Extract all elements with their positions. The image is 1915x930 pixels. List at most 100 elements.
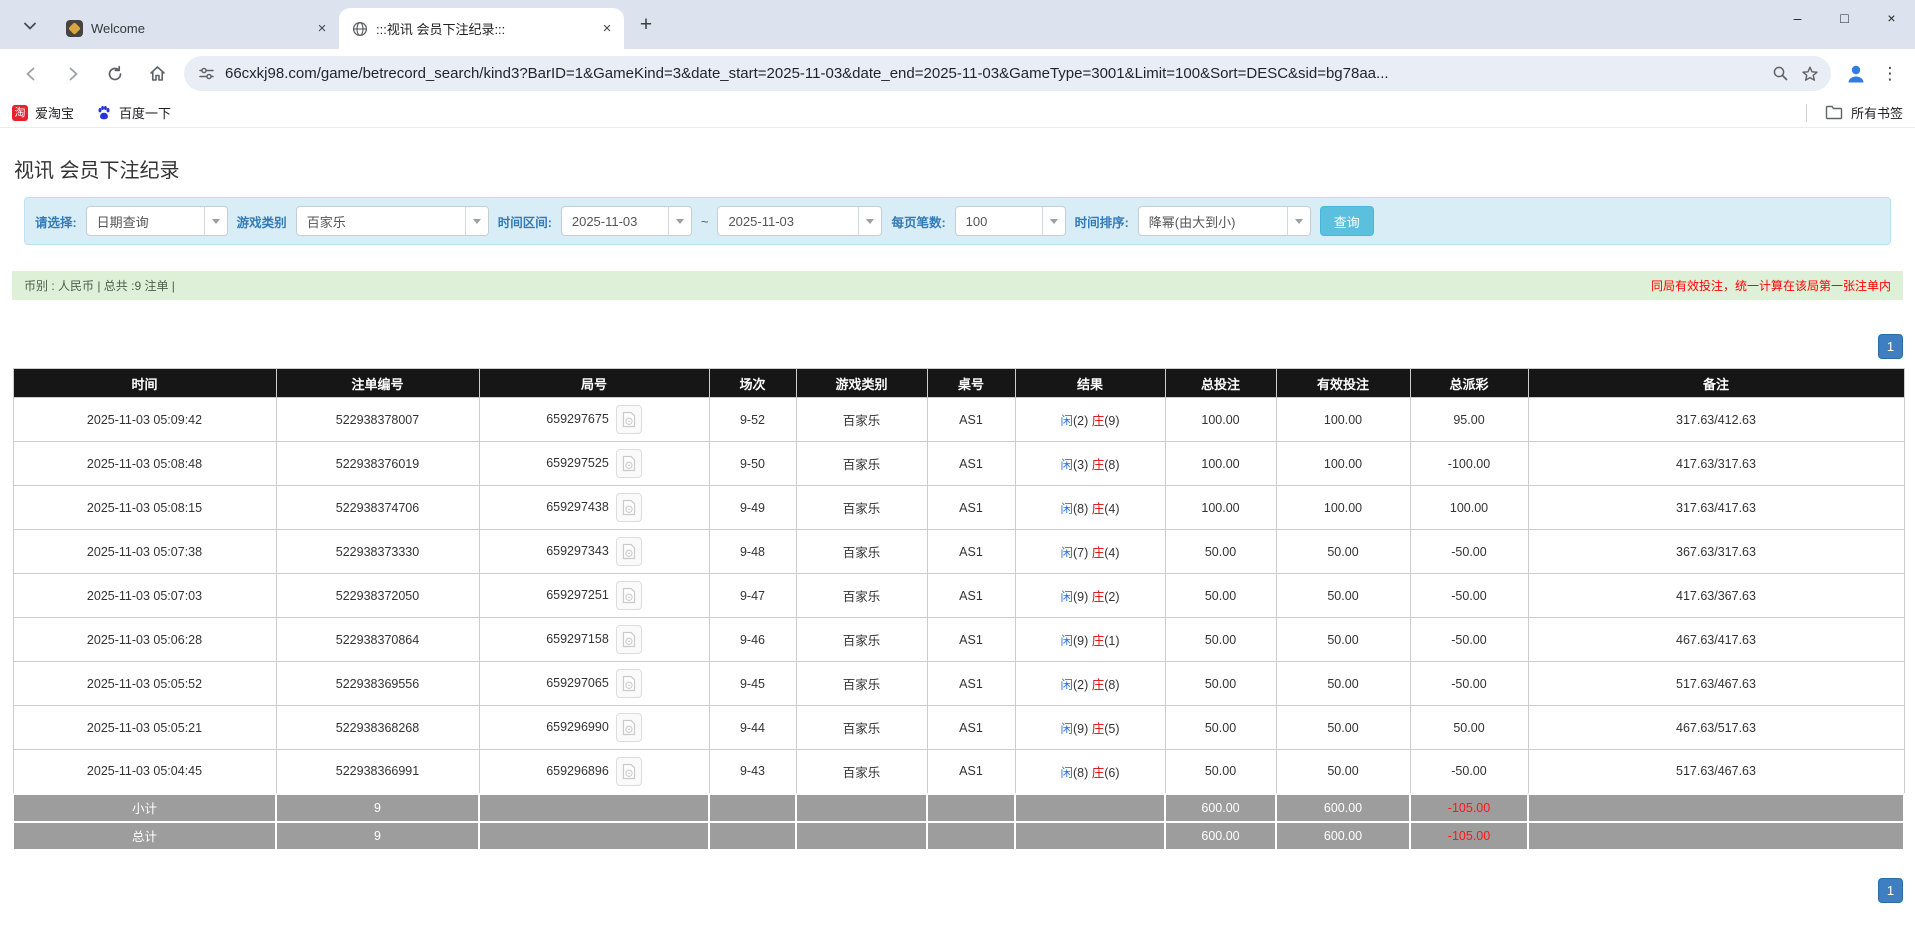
- new-tab-button[interactable]: +: [632, 12, 660, 40]
- empty-cell: [708, 792, 797, 823]
- empty-cell: [478, 820, 710, 851]
- summary-text: 币别 : 人民币 | 总共 :9 注单 |: [24, 279, 175, 293]
- url-bar[interactable]: 66cxkj98.com/game/betrecord_search/kind3…: [184, 56, 1831, 91]
- back-button[interactable]: [13, 56, 49, 92]
- cell-valid-bet: 50.00: [1275, 705, 1411, 750]
- site-info-icon[interactable]: [198, 65, 215, 82]
- page-size-select[interactable]: 100: [954, 206, 1066, 236]
- folder-icon: [1825, 105, 1843, 120]
- round-id-text: 659297525: [546, 455, 609, 470]
- tab-close-icon[interactable]: ×: [598, 20, 616, 38]
- cell-round-id: 659297675: [478, 397, 710, 442]
- video-replay-button[interactable]: [615, 493, 642, 522]
- player-result: 闲: [1060, 502, 1073, 516]
- banker-count: (8): [1104, 678, 1120, 692]
- cell-session: 9-46: [708, 617, 797, 662]
- col-round-id: 局号: [478, 368, 710, 398]
- sort-select[interactable]: 降幂(由大到小): [1137, 206, 1311, 236]
- forward-button[interactable]: [55, 56, 91, 92]
- cell-round-id: 659297065: [478, 661, 710, 706]
- cell-valid-bet: 100.00: [1275, 485, 1411, 530]
- cell-bet-id: 522938374706: [275, 485, 480, 530]
- minimize-button[interactable]: –: [1774, 0, 1821, 36]
- bookmark-baidu[interactable]: 百度一下: [96, 103, 171, 122]
- video-replay-button[interactable]: [615, 405, 642, 434]
- profile-avatar[interactable]: [1837, 55, 1875, 93]
- summary-bar: 币别 : 人民币 | 总共 :9 注单 | 同局有效投注，统一计算在该局第一张注…: [12, 271, 1903, 300]
- cell-total-bet[interactable]: 100.00: [1164, 397, 1277, 442]
- video-replay-button[interactable]: [615, 713, 642, 742]
- page-1-button[interactable]: 1: [1878, 334, 1903, 359]
- cell-total-bet[interactable]: 100.00: [1164, 441, 1277, 486]
- tab-welcome[interactable]: Welcome ×: [54, 8, 339, 49]
- banker-count: (4): [1104, 502, 1120, 516]
- date-start-input[interactable]: 2025-11-03: [560, 206, 692, 236]
- tab-close-icon[interactable]: ×: [313, 20, 331, 38]
- cell-note: 367.63/317.63: [1527, 529, 1905, 574]
- cell-game-type: 百家乐: [795, 529, 928, 574]
- banker-count: (6): [1104, 765, 1120, 780]
- video-replay-button[interactable]: [615, 625, 642, 654]
- game-type-label: 游戏类别: [236, 215, 287, 230]
- tab-search-button[interactable]: [16, 12, 44, 40]
- url-text[interactable]: 66cxkj98.com/game/betrecord_search/kind3…: [225, 65, 1765, 82]
- cell-total-bet[interactable]: 50.00: [1164, 661, 1277, 706]
- tab-betrecord[interactable]: :::视讯 会员下注纪录::: ×: [339, 8, 624, 49]
- search-button[interactable]: 查询: [1319, 206, 1374, 236]
- close-button[interactable]: ×: [1868, 0, 1915, 36]
- video-replay-button[interactable]: [615, 669, 642, 698]
- cell-payout: -50.00: [1409, 573, 1529, 618]
- all-bookmarks[interactable]: 所有书签: [1805, 103, 1903, 122]
- cell-round-id: 659297158: [478, 617, 710, 662]
- player-count: (9): [1072, 634, 1089, 648]
- cell-time: 2025-11-03 05:06:28: [12, 617, 277, 662]
- subtotal-count: 9: [275, 792, 480, 823]
- cell-total-bet[interactable]: 100.00: [1164, 485, 1277, 530]
- video-replay-button[interactable]: [615, 581, 642, 610]
- video-replay-button[interactable]: [615, 537, 642, 566]
- tab-strip: Welcome × :::视讯 会员下注纪录::: × + – □ ×: [0, 0, 1915, 49]
- cell-bet-id: 522938368268: [275, 705, 480, 750]
- cell-round-id: 659297525: [478, 441, 710, 486]
- cell-valid-bet: 50.00: [1275, 617, 1411, 662]
- cell-total-bet[interactable]: 50.00: [1164, 705, 1277, 750]
- col-total-bet: 总投注: [1164, 368, 1277, 398]
- zoom-icon[interactable]: [1765, 59, 1795, 89]
- bookmark-star-icon[interactable]: [1795, 59, 1825, 89]
- cell-table-no: AS1: [926, 441, 1016, 486]
- player-result: 闲: [1060, 590, 1073, 604]
- cell-total-bet[interactable]: 50.00: [1164, 617, 1277, 662]
- chevron-down-icon: [24, 22, 36, 30]
- cell-result: 闲(2) 庄(9): [1014, 397, 1166, 442]
- subtotal-valid-bet: 600.00: [1275, 792, 1411, 823]
- cell-session: 9-43: [708, 749, 797, 794]
- date-end-input[interactable]: 2025-11-03: [717, 206, 883, 236]
- cell-payout: 50.00: [1409, 705, 1529, 750]
- cell-valid-bet: 50.00: [1275, 529, 1411, 574]
- subtotal-payout: -105.00: [1409, 792, 1529, 823]
- video-replay-button[interactable]: [615, 756, 642, 786]
- cell-session: 9-47: [708, 573, 797, 618]
- cell-total-bet[interactable]: 50.00: [1164, 529, 1277, 574]
- total-valid-bet: 600.00: [1275, 820, 1411, 851]
- cell-total-bet[interactable]: 50.00: [1164, 749, 1277, 794]
- col-result: 结果: [1014, 368, 1166, 398]
- reload-button[interactable]: [97, 56, 133, 92]
- video-replay-button[interactable]: [615, 449, 642, 478]
- player-result: 闲: [1060, 634, 1073, 648]
- cell-note: 417.63/317.63: [1527, 441, 1905, 486]
- maximize-button[interactable]: □: [1821, 0, 1868, 36]
- cell-round-id: 659297343: [478, 529, 710, 574]
- page-1-button[interactable]: 1: [1878, 877, 1903, 903]
- bookmark-taobao[interactable]: 淘 爱淘宝: [12, 103, 74, 122]
- total-payout: -105.00: [1409, 820, 1529, 851]
- cell-table-no: AS1: [926, 529, 1016, 574]
- query-type-select[interactable]: 日期查询: [85, 206, 228, 236]
- page-size-label: 每页笔数:: [891, 215, 946, 230]
- cell-total-bet[interactable]: 50.00: [1164, 573, 1277, 618]
- game-type-select[interactable]: 百家乐: [295, 206, 489, 236]
- bookmarks-bar: 淘 爱淘宝 百度一下 所有书签: [0, 98, 1915, 128]
- home-button[interactable]: [139, 56, 175, 92]
- cell-bet-id: 522938369556: [275, 661, 480, 706]
- menu-icon[interactable]: ⋮: [1875, 56, 1905, 92]
